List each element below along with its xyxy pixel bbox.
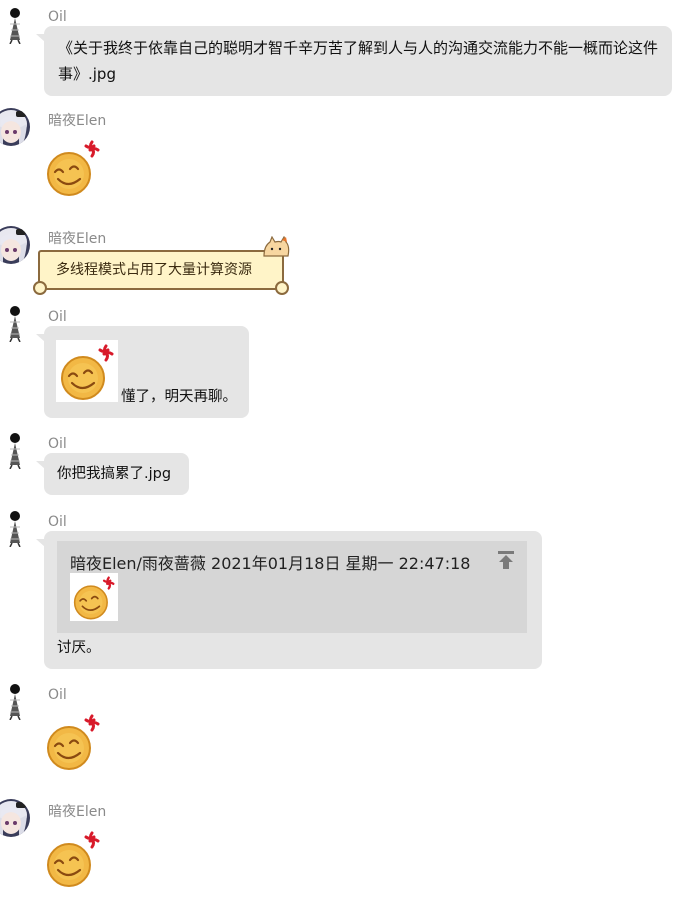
sender-name: Oil bbox=[48, 514, 67, 530]
message-text: 讨厌。 bbox=[57, 640, 101, 656]
angry-smile-emoji[interactable] bbox=[70, 573, 118, 621]
user-avatar-oil[interactable] bbox=[0, 682, 30, 720]
user-avatar-elen[interactable] bbox=[0, 799, 30, 837]
message-text: 多线程模式占用了大量计算资源 bbox=[56, 262, 252, 278]
angry-smile-emoji[interactable] bbox=[56, 340, 118, 402]
message-bubble[interactable]: 懂了，明天再聊。 bbox=[36, 326, 249, 418]
user-avatar-oil[interactable] bbox=[0, 304, 30, 342]
cat-icon bbox=[263, 236, 290, 257]
user-avatar-oil[interactable] bbox=[0, 509, 30, 547]
sender-name: Oil bbox=[48, 436, 67, 452]
angry-smile-emoji[interactable] bbox=[42, 827, 104, 889]
jump-to-original-icon[interactable] bbox=[495, 549, 517, 571]
sender-name: 暗夜Elen bbox=[48, 804, 107, 820]
scroll-curl bbox=[275, 281, 289, 295]
scroll-curl bbox=[33, 281, 47, 295]
sender-name: Oil bbox=[48, 309, 67, 325]
styled-message-card[interactable]: 多线程模式占用了大量计算资源 bbox=[33, 236, 290, 295]
sender-name: 暗夜Elen bbox=[48, 113, 107, 129]
sender-name: 暗夜Elen bbox=[48, 231, 107, 247]
user-avatar-elen[interactable] bbox=[0, 226, 30, 264]
quoted-reply[interactable]: 暗夜Elen/雨夜蔷薇 2021年01月18日 星期一 22:47:18 bbox=[57, 541, 527, 633]
user-avatar-oil[interactable] bbox=[0, 431, 30, 469]
message-bubble[interactable]: 暗夜Elen/雨夜蔷薇 2021年01月18日 星期一 22:47:18 讨厌。 bbox=[36, 531, 542, 669]
user-avatar-oil[interactable] bbox=[0, 6, 30, 44]
message-bubble[interactable]: 《关于我终于依靠自己的聪明才智千辛万苦了解到人与人的沟通交流能力不能一概而论这件… bbox=[36, 26, 672, 96]
angry-smile-emoji[interactable] bbox=[42, 136, 104, 198]
message-text: 你把我搞累了.jpg bbox=[57, 466, 172, 482]
message-text: 《关于我终于依靠自己的聪明才智千辛万苦了解到人与人的沟通交流能力不能一概而论这件… bbox=[58, 39, 659, 83]
sender-name: Oil bbox=[48, 9, 67, 25]
reply-header: 暗夜Elen/雨夜蔷薇 2021年01月18日 星期一 22:47:18 bbox=[70, 554, 471, 573]
message-text: 懂了，明天再聊。 bbox=[121, 389, 237, 405]
sender-name: Oil bbox=[48, 687, 67, 703]
user-avatar-elen[interactable] bbox=[0, 108, 30, 146]
angry-smile-emoji[interactable] bbox=[42, 710, 104, 772]
message-bubble[interactable]: 你把我搞累了.jpg bbox=[36, 453, 189, 495]
